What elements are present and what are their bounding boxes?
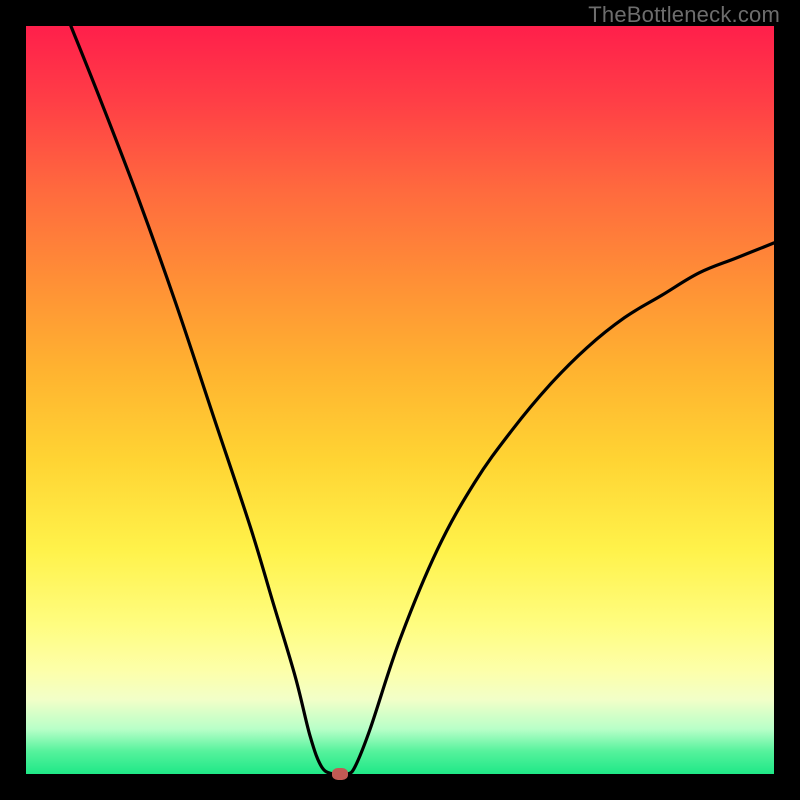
optimum-marker — [332, 768, 348, 780]
bottleneck-curve-path — [71, 26, 774, 775]
chart-plot-area — [26, 26, 774, 774]
watermark-text: TheBottleneck.com — [588, 2, 780, 28]
bottleneck-curve-svg — [26, 26, 774, 774]
chart-frame: TheBottleneck.com — [0, 0, 800, 800]
